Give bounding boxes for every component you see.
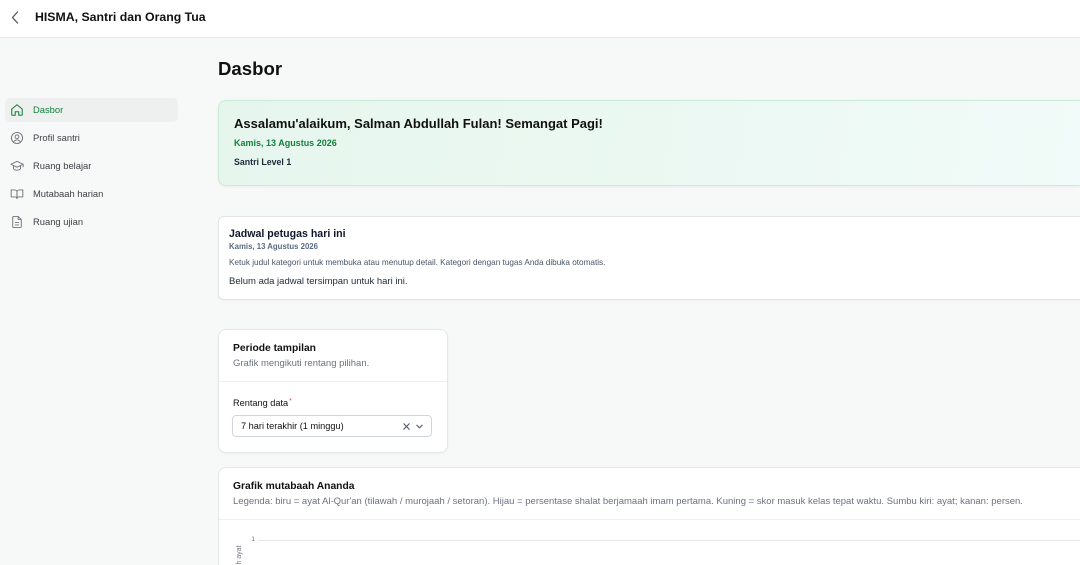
chart-title: Grafik mutabaah Ananda xyxy=(233,480,355,492)
chart-gridline xyxy=(258,540,1080,541)
sidebar-item-dasbor[interactable]: Dasbor xyxy=(5,98,178,122)
sidebar: Dasbor Profil santri Ruang belajar Mutab… xyxy=(0,38,200,565)
user-circle-icon xyxy=(10,131,24,145)
schedule-title: Jadwal petugas hari ini xyxy=(229,228,346,240)
schedule-empty-message: Belum ada jadwal tersimpan untuk hari in… xyxy=(229,276,408,287)
schedule-date: Kamis, 13 Agustus 2026 xyxy=(229,242,318,251)
welcome-card: Assalamu'alaikum, Salman Abdullah Fulan!… xyxy=(218,100,1080,186)
sidebar-item-label: Ruang ujian xyxy=(33,216,84,227)
chart-legend-text: Legenda: biru = ayat Al-Qur'an (tilawah … xyxy=(233,496,1023,507)
sidebar-item-label: Mutabaah harian xyxy=(33,188,104,199)
divider xyxy=(219,519,1080,520)
app-title: HISMA, Santri dan Orang Tua xyxy=(35,10,206,24)
chevron-left-icon[interactable] xyxy=(11,11,19,24)
period-subtitle: Grafik mengikuti rentang pilihan. xyxy=(233,358,370,369)
chart-card: Grafik mutabaah Ananda Legenda: biru = a… xyxy=(218,467,1080,565)
sidebar-item-mutabaah-harian[interactable]: Mutabaah harian xyxy=(5,182,178,206)
home-icon xyxy=(10,103,24,117)
welcome-greeting: Assalamu'alaikum, Salman Abdullah Fulan!… xyxy=(234,116,603,131)
top-bar: HISMA, Santri dan Orang Tua xyxy=(0,0,1080,38)
page-title: Dasbor xyxy=(218,58,283,79)
sidebar-item-label: Ruang belajar xyxy=(33,160,92,171)
file-text-icon xyxy=(10,215,24,229)
period-card: Periode tampilan Grafik mengikuti rentan… xyxy=(218,329,448,453)
sidebar-item-label: Profil santri xyxy=(33,132,80,143)
back-button[interactable] xyxy=(7,8,23,28)
required-asterisk: * xyxy=(289,398,292,405)
book-open-icon xyxy=(10,187,24,201)
close-icon[interactable] xyxy=(402,422,411,431)
santri-level: Santri Level 1 xyxy=(234,157,292,167)
range-field-label-text: Rentang data xyxy=(233,398,289,408)
sidebar-item-profil-santri[interactable]: Profil santri xyxy=(5,126,178,150)
y-axis-label: h ayat xyxy=(236,544,243,565)
y-tick-label: 1 xyxy=(251,536,255,543)
range-select[interactable]: 7 hari terakhir (1 minggu) xyxy=(232,415,432,437)
welcome-date: Kamis, 13 Agustus 2026 xyxy=(234,138,337,148)
period-title: Periode tampilan xyxy=(233,342,316,354)
schedule-card: Jadwal petugas hari ini Kamis, 13 Agustu… xyxy=(218,216,1080,300)
sidebar-item-label: Dasbor xyxy=(33,104,64,115)
range-select-value: 7 hari terakhir (1 minggu) xyxy=(241,421,344,431)
divider xyxy=(219,381,447,382)
chevron-down-icon[interactable] xyxy=(415,422,424,431)
sidebar-item-ruang-ujian[interactable]: Ruang ujian xyxy=(5,210,178,234)
graduation-cap-icon xyxy=(10,159,24,173)
range-field-label: Rentang data* xyxy=(233,397,292,409)
sidebar-item-ruang-belajar[interactable]: Ruang belajar xyxy=(5,154,178,178)
schedule-hint: Ketuk judul kategori untuk membuka atau … xyxy=(229,258,606,267)
